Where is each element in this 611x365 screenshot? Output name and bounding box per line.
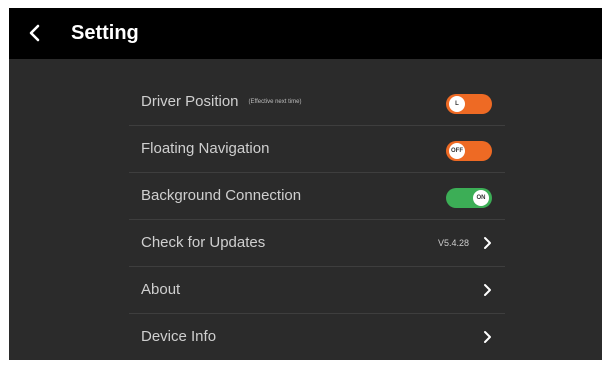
floating-navigation-toggle[interactable]: OFF: [446, 141, 492, 161]
chevron-right-icon: [484, 284, 491, 296]
background-connection-toggle[interactable]: ON: [446, 188, 492, 208]
setting-row-device-info[interactable]: Device Info: [129, 314, 505, 360]
driver-position-label-group: Driver Position (Effective next time): [141, 93, 301, 111]
driver-position-toggle[interactable]: L: [446, 94, 492, 114]
floating-navigation-label: Floating Navigation: [141, 140, 270, 157]
page-title: Setting: [71, 22, 139, 44]
chevron-right-icon: [484, 331, 491, 343]
device-info-label: Device Info: [141, 328, 217, 345]
check-for-updates-label: Check for Updates: [141, 234, 266, 251]
version-text: V5.4.28: [437, 238, 469, 248]
background-connection-label: Background Connection: [141, 187, 302, 204]
setting-row-about[interactable]: About: [129, 267, 505, 314]
chevron-right-icon: [484, 237, 491, 249]
top-bar: Setting: [9, 8, 602, 59]
toggle-knob: L: [449, 96, 465, 112]
driver-position-label: Driver Position: [141, 93, 239, 110]
setting-row-background-connection: Background Connection ON: [129, 173, 505, 220]
setting-row-check-for-updates[interactable]: Check for Updates V5.4.28: [129, 220, 505, 267]
toggle-knob: ON: [473, 190, 489, 206]
toggle-knob: OFF: [449, 143, 465, 159]
about-label: About: [141, 281, 181, 298]
settings-screen: Setting Driver Position (Effective next t…: [9, 8, 602, 360]
settings-list: Driver Position (Effective next time) L F…: [129, 79, 505, 360]
back-chevron-icon[interactable]: [23, 21, 45, 45]
setting-row-driver-position: Driver Position (Effective next time) L: [129, 79, 505, 126]
setting-row-floating-navigation: Floating Navigation OFF: [129, 126, 505, 173]
driver-position-note: (Effective next time): [248, 99, 302, 106]
